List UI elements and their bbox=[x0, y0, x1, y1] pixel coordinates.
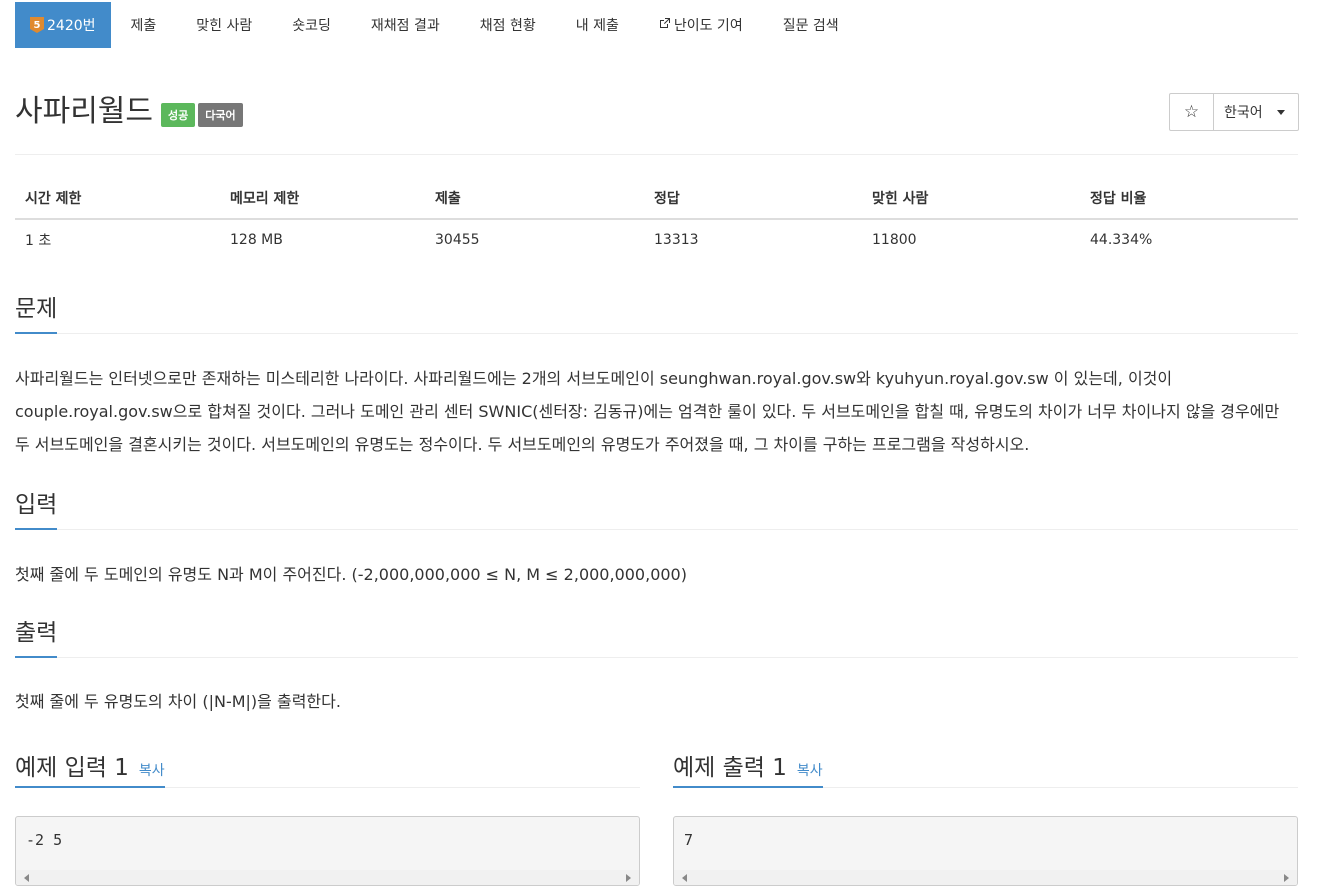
output-text: 첫째 줄에 두 유명도의 차이 (|N-M|)을 출력한다. bbox=[15, 692, 341, 711]
tab-difficulty-label: 난이도 기여 bbox=[673, 18, 743, 34]
sample-input-data: -2 5 bbox=[26, 831, 63, 849]
ratio-value: 44.334% bbox=[1090, 232, 1153, 248]
star-outline-icon: ☆ bbox=[1183, 102, 1200, 122]
tab-problem[interactable]: 5 2420번 bbox=[15, 2, 111, 48]
sample-input-heading: 예제 입력 1 복사 bbox=[15, 745, 165, 788]
sample-output-title: 예제 출력 1 bbox=[673, 755, 787, 781]
header-ratio: 정답 비율 bbox=[1080, 178, 1298, 220]
sample-output-heading: 예제 출력 1 복사 bbox=[673, 745, 823, 788]
accepted-value: 13313 bbox=[654, 232, 699, 248]
sample-output-data: 7 bbox=[684, 831, 694, 849]
submissions-value: 30455 bbox=[435, 232, 480, 248]
tab-rejudge-results[interactable]: 재채점 결과 bbox=[351, 2, 460, 48]
caret-down-icon bbox=[1276, 109, 1285, 115]
input-text: 첫째 줄에 두 도메인의 유명도 N과 M이 주어진다. (-2,000,000… bbox=[15, 565, 687, 584]
title-divider bbox=[15, 154, 1298, 155]
language-label: 한국어 bbox=[1224, 105, 1263, 121]
problem-menu: 5 2420번 제출 맞힌 사람 숏코딩 재채점 결과 채점 현황 내 제출 난… bbox=[15, 2, 859, 48]
tab-solvers[interactable]: 맞힌 사람 bbox=[176, 2, 272, 48]
tab-my-submissions[interactable]: 내 제출 bbox=[556, 2, 639, 48]
input-header: 입력 bbox=[15, 490, 1298, 530]
multilang-badge: 다국어 bbox=[198, 103, 243, 127]
sample-output-header: 예제 출력 1 복사 bbox=[673, 745, 1298, 788]
tab-questions[interactable]: 질문 검색 bbox=[763, 2, 859, 48]
header-time-limit: 시간 제한 bbox=[15, 178, 220, 220]
problem-title-row: 사파리월드 성공 다국어 bbox=[15, 94, 243, 130]
header-solvers: 맞힌 사람 bbox=[862, 178, 1080, 220]
scroll-right-icon[interactable] bbox=[1284, 874, 1289, 882]
language-dropdown[interactable]: 한국어 bbox=[1214, 94, 1298, 130]
problem-actions: ☆ 한국어 bbox=[1169, 93, 1299, 131]
external-link-icon bbox=[659, 17, 671, 33]
scroll-right-icon[interactable] bbox=[626, 874, 631, 882]
description-text: 사파리월드는 인터넷으로만 존재하는 미스테리한 나라이다. 사파리월드에는 2… bbox=[15, 369, 1280, 454]
tab-difficulty[interactable]: 난이도 기여 bbox=[639, 2, 763, 48]
scroll-left-icon[interactable] bbox=[24, 874, 29, 882]
problem-id-label: 2420번 bbox=[47, 18, 96, 34]
solved-badge: 성공 bbox=[161, 103, 196, 127]
header-submissions: 제출 bbox=[425, 178, 644, 220]
sample-output-block: 예제 출력 1 복사 7 bbox=[673, 745, 1298, 886]
sample-input-box[interactable]: -2 5 bbox=[15, 816, 640, 886]
output-title: 출력 bbox=[15, 618, 58, 658]
output-header: 출력 bbox=[15, 618, 1298, 658]
tab-status[interactable]: 채점 현황 bbox=[460, 2, 556, 48]
horizontal-scrollbar[interactable] bbox=[16, 870, 639, 885]
solvers-value: 11800 bbox=[872, 232, 917, 248]
header-accepted: 정답 bbox=[644, 178, 862, 220]
table-header-row: 시간 제한 메모리 제한 제출 정답 맞힌 사람 정답 비율 bbox=[15, 178, 1298, 220]
input-title: 입력 bbox=[15, 490, 58, 530]
copy-input-link[interactable]: 복사 bbox=[139, 760, 165, 780]
tab-submit[interactable]: 제출 bbox=[111, 2, 177, 48]
sample-input-header: 예제 입력 1 복사 bbox=[15, 745, 640, 788]
page-title: 사파리월드 bbox=[15, 94, 153, 129]
description-title: 문제 bbox=[15, 294, 58, 334]
problem-info-table: 시간 제한 메모리 제한 제출 정답 맞힌 사람 정답 비율 1 초 128 M… bbox=[15, 178, 1298, 260]
tier-badge-icon: 5 bbox=[30, 17, 44, 33]
horizontal-scrollbar[interactable] bbox=[674, 870, 1297, 885]
favorite-button[interactable]: ☆ bbox=[1170, 94, 1214, 130]
time-limit-value: 1 초 bbox=[25, 233, 52, 249]
copy-output-link[interactable]: 복사 bbox=[797, 760, 823, 780]
scroll-left-icon[interactable] bbox=[682, 874, 687, 882]
header-memory-limit: 메모리 제한 bbox=[220, 178, 425, 220]
table-row: 1 초 128 MB 30455 13313 11800 44.334% bbox=[15, 219, 1298, 260]
sample-input-title: 예제 입력 1 bbox=[15, 755, 129, 781]
memory-limit-value: 128 MB bbox=[230, 232, 283, 248]
sample-output-box[interactable]: 7 bbox=[673, 816, 1298, 886]
description-header: 문제 bbox=[15, 294, 1298, 334]
sample-input-block: 예제 입력 1 복사 -2 5 bbox=[15, 745, 640, 886]
tab-short-coding[interactable]: 숏코딩 bbox=[272, 2, 351, 48]
